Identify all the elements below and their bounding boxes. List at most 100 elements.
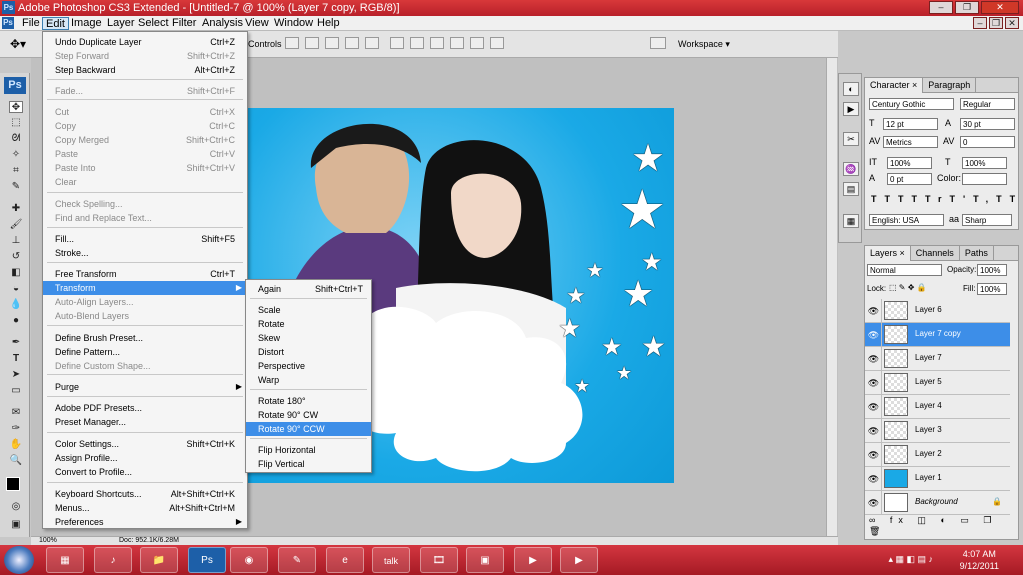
transform-menu-item[interactable]: Flip Horizontal xyxy=(246,443,371,457)
layer-row[interactable]: 👁 Layer 6 xyxy=(865,299,1010,323)
path-selection-tool-icon[interactable]: ➤ xyxy=(9,369,23,381)
edit-menu-item[interactable]: Keyboard Shortcuts... Alt+Shift+Ctrl+K xyxy=(43,487,247,501)
strikethrough-button[interactable]: T xyxy=(1010,194,1023,204)
visibility-eye-icon[interactable]: 👁 xyxy=(866,323,882,347)
pen-tool-icon[interactable]: ✒ xyxy=(9,337,23,349)
visibility-eye-icon[interactable]: 👁 xyxy=(866,371,882,395)
lasso-tool-icon[interactable]: ᘛ xyxy=(9,133,23,145)
taskbar-player-icon[interactable]: ▶ xyxy=(560,547,598,573)
menu-select[interactable]: Select xyxy=(135,17,172,30)
transform-menu-item[interactable]: Warp xyxy=(246,373,371,387)
font-size-field[interactable]: 12 pt xyxy=(883,118,938,130)
edit-menu-item[interactable]: Define Custom Shape... xyxy=(43,359,247,373)
align-bottom-icon[interactable] xyxy=(325,37,339,49)
layer-row[interactable]: 👁 Layer 5 xyxy=(865,371,1010,395)
transform-menu-item[interactable]: Flip Vertical xyxy=(246,457,371,471)
tracking-field[interactable]: 0 xyxy=(960,136,1015,148)
edit-menu-item[interactable]: Stroke... xyxy=(43,246,247,260)
transform-menu-item[interactable]: Rotate 180° xyxy=(246,394,371,408)
menu-image[interactable]: Image xyxy=(68,17,105,30)
faux-bold-button[interactable]: T xyxy=(871,194,885,204)
superscript-button[interactable]: T' xyxy=(950,194,974,204)
type-style-buttons[interactable]: TTTTTrT'T,TT xyxy=(871,194,1023,204)
baseline-shift-field[interactable]: 0 pt xyxy=(887,173,932,185)
visibility-eye-icon[interactable]: 👁 xyxy=(866,491,882,515)
edit-menu-item[interactable]: Copy Ctrl+C xyxy=(43,119,247,133)
palette-well-icon[interactable] xyxy=(650,37,666,49)
distribute-left-icon[interactable] xyxy=(450,37,464,49)
edit-menu-item[interactable]: Check Spelling... xyxy=(43,197,247,211)
faux-italic-button[interactable]: T xyxy=(885,194,899,204)
hand-tool-icon[interactable]: ✋ xyxy=(9,439,23,451)
edit-menu-item[interactable]: Find and Replace Text... xyxy=(43,211,247,225)
menu-filter[interactable]: Filter xyxy=(169,17,199,30)
opacity-field[interactable]: 100% xyxy=(977,264,1007,276)
taskbar-folder-icon[interactable]: 📁 xyxy=(140,547,178,573)
distribute-vcenter-icon[interactable] xyxy=(410,37,424,49)
system-clock[interactable]: 4:07 AM 9/12/2011 xyxy=(960,548,999,572)
all-caps-button[interactable]: TT xyxy=(898,194,925,204)
taskbar-ie-icon[interactable]: e xyxy=(326,547,364,573)
taskbar-film-icon[interactable]: 🎞 xyxy=(420,547,458,573)
visibility-eye-icon[interactable]: 👁 xyxy=(866,347,882,371)
edit-menu-item[interactable]: Clear xyxy=(43,175,247,189)
foreground-color-swatch[interactable] xyxy=(6,477,20,491)
dodge-tool-icon[interactable]: ● xyxy=(9,315,23,327)
brush-tool-icon[interactable]: 🖌 xyxy=(9,219,23,231)
transform-menu-item[interactable]: Perspective xyxy=(246,359,371,373)
taskbar-itunes-icon[interactable]: ♪ xyxy=(94,547,132,573)
taskbar-talk-button[interactable]: talk xyxy=(372,547,410,573)
photoshop-menu-icon[interactable]: Ps xyxy=(2,17,14,29)
distribute-bottom-icon[interactable] xyxy=(430,37,444,49)
visibility-eye-icon[interactable]: 👁 xyxy=(866,467,882,491)
shape-tool-icon[interactable]: ▭ xyxy=(9,385,23,397)
doc-minimize-button[interactable]: – xyxy=(973,17,987,29)
layer-row[interactable]: 👁 Layer 1 xyxy=(865,467,1010,491)
edit-menu-item[interactable]: Cut Ctrl+X xyxy=(43,105,247,119)
menu-help[interactable]: Help xyxy=(314,17,343,30)
visibility-eye-icon[interactable]: 👁 xyxy=(866,395,882,419)
doc-close-button[interactable]: ✕ xyxy=(1005,17,1019,29)
vertical-scrollbar[interactable] xyxy=(826,58,837,536)
visibility-eye-icon[interactable]: 👁 xyxy=(866,419,882,443)
notes-tool-icon[interactable]: ✉ xyxy=(9,407,23,419)
taskbar-notes-icon[interactable]: ✎ xyxy=(278,547,316,573)
eraser-tool-icon[interactable]: ◧ xyxy=(9,267,23,279)
align-top-icon[interactable] xyxy=(285,37,299,49)
tab-layers[interactable]: Layers × xyxy=(865,246,911,261)
vertical-scale-field[interactable]: 100% xyxy=(887,157,932,169)
blur-tool-icon[interactable]: 💧 xyxy=(9,299,23,311)
layer-row[interactable]: 👁 Layer 3 xyxy=(865,419,1010,443)
layer-row[interactable]: 👁 Layer 2 xyxy=(865,443,1010,467)
brushes-icon[interactable]: ♒ xyxy=(843,162,859,176)
clone-source-icon[interactable]: ▤ xyxy=(843,182,859,196)
tools-icon[interactable]: ✂ xyxy=(843,132,859,146)
subscript-button[interactable]: T, xyxy=(973,194,996,204)
crop-tool-icon[interactable]: ⌗ xyxy=(9,165,23,177)
blend-mode-select[interactable]: Normal xyxy=(867,264,942,276)
transform-menu-item[interactable]: Distort xyxy=(246,345,371,359)
start-button[interactable] xyxy=(4,546,34,574)
menu-layer[interactable]: Layer xyxy=(104,17,138,30)
edit-menu-item[interactable]: Define Brush Preset... xyxy=(43,331,247,345)
edit-menu-item[interactable]: Undo Duplicate Layer Ctrl+Z xyxy=(43,35,247,49)
visibility-eye-icon[interactable]: 👁 xyxy=(866,299,882,323)
menu-edit[interactable]: Edit xyxy=(42,17,69,30)
move-tool-icon[interactable]: ✥▾ xyxy=(10,37,26,51)
antialias-select[interactable]: Sharp xyxy=(962,214,1012,226)
edit-menu-item[interactable]: Fade... Shift+Ctrl+F xyxy=(43,84,247,98)
underline-button[interactable]: T xyxy=(996,194,1010,204)
edit-menu-item[interactable]: Paste Ctrl+V xyxy=(43,147,247,161)
layer-row[interactable]: 👁 Layer 7 copy xyxy=(865,323,1010,347)
edit-menu-item[interactable]: Transform ▶ xyxy=(43,281,247,295)
zoom-tool-icon[interactable]: 🔍 xyxy=(9,455,23,467)
edit-menu-item[interactable]: Menus... Alt+Shift+Ctrl+M xyxy=(43,501,247,515)
align-hcenter-icon[interactable] xyxy=(365,37,379,49)
edit-menu-item[interactable]: Preset Manager... xyxy=(43,415,247,429)
history-icon[interactable]: ▦ xyxy=(843,214,859,228)
history-brush-tool-icon[interactable]: ↺ xyxy=(9,251,23,263)
align-left-icon[interactable] xyxy=(345,37,359,49)
transform-menu-item[interactable]: Rotate xyxy=(246,317,371,331)
distribute-hcenter-icon[interactable] xyxy=(470,37,484,49)
edit-menu-item[interactable]: Auto-Align Layers... xyxy=(43,295,247,309)
